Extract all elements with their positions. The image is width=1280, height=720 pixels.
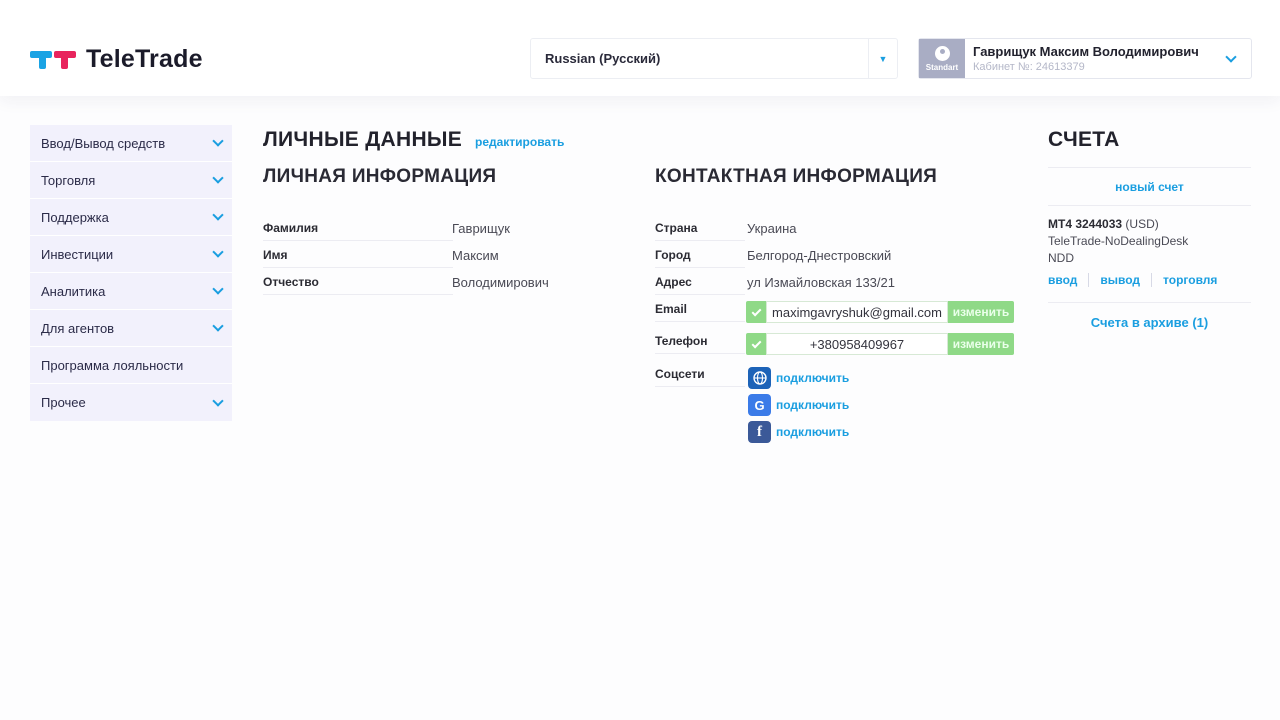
field-row-city: Город [655,248,745,268]
field-value-name: Максим [452,248,499,263]
top-header: TeleTrade Russian (Русский) ▼ Standart Г… [0,0,1280,96]
chevron-down-icon [212,283,224,295]
caret-down-icon[interactable]: ▼ [868,39,897,78]
social-row-globe: подключить [748,367,849,389]
field-row-phone: Телефон [655,334,745,354]
account-actions: ввод вывод торговля [1048,273,1217,287]
google-icon: G [748,394,771,416]
field-value-city: Белгород-Днестровский [747,248,892,263]
user-name: Гаврищук Максим Володимирович [973,44,1199,59]
deposit-link[interactable]: ввод [1048,273,1077,287]
account-type: NDD [1048,251,1074,265]
chevron-down-icon [212,135,224,147]
sidebar-item-agents[interactable]: Для агентов [30,310,232,347]
field-value-country: Украина [747,221,797,236]
accounts-title: СЧЕТА [1048,128,1120,151]
field-row-name: Имя [263,248,453,268]
chevron-down-icon [212,172,224,184]
archived-accounts-link[interactable]: Счета в архиве (1) [1048,315,1251,330]
globe-icon [748,367,771,389]
language-select[interactable]: Russian (Русский) ▼ [530,38,898,79]
field-value-address: ул Измайловская 133/21 [747,275,895,290]
cabinet-number: Кабинет №: 24613379 [973,61,1085,73]
trade-link[interactable]: торговля [1163,273,1217,287]
email-value: maximgavryshuk@gmail.com [766,301,948,323]
field-label: Фамилия [263,221,321,235]
phone-field: +380958409967 изменить [746,333,1014,355]
email-field: maximgavryshuk@gmail.com изменить [746,301,1014,323]
chevron-down-icon[interactable] [1225,50,1237,63]
connect-globe-link[interactable]: подключить [776,371,849,385]
account-server: TeleTrade-NoDealingDesk [1048,234,1189,248]
social-row-facebook: f подключить [748,421,849,443]
chevron-down-icon [212,394,224,407]
page-title: ЛИЧНЫЕ ДАННЫЕ [263,128,463,151]
personal-info-title: ЛИЧНАЯ ИНФОРМАЦИЯ [263,166,497,187]
sidebar-item-loyalty[interactable]: Программа лояльности [30,347,232,384]
field-label: Адрес [655,275,694,289]
contact-info-title: КОНТАКТНАЯ ИНФОРМАЦИЯ [655,166,938,187]
brand-name: TeleTrade [86,45,203,73]
new-account-link[interactable]: новый счет [1048,180,1251,194]
chevron-down-icon [212,320,224,332]
field-label: Имя [263,248,290,262]
user-icon [934,45,950,61]
field-label: Отчество [263,275,321,289]
sidebar-item-other[interactable]: Прочее [30,384,232,421]
divider [1048,167,1251,168]
facebook-icon: f [748,421,771,443]
change-email-button[interactable]: изменить [948,301,1014,323]
edit-link[interactable]: редактировать [475,135,564,149]
change-phone-button[interactable]: изменить [948,333,1014,355]
phone-value: +380958409967 [766,333,948,355]
avatar: Standart [919,39,965,78]
field-label: Город [655,248,693,262]
divider [1048,302,1251,303]
field-label: Соцсети [655,367,707,381]
sidebar-item-support[interactable]: Поддержка [30,199,232,236]
withdraw-link[interactable]: вывод [1100,273,1140,287]
sidebar-item-trading[interactable]: Торговля [30,162,232,199]
field-row-email: Email [655,302,745,322]
connect-google-link[interactable]: подключить [776,398,849,412]
check-icon [746,301,766,323]
field-row-surname: Фамилия [263,221,453,241]
sidebar: Ввод/Вывод средств Торговля Поддержка Ин… [30,125,232,421]
account-id: MT4 3244033 (USD) [1048,217,1159,231]
divider [1151,273,1153,287]
sidebar-item-funds[interactable]: Ввод/Вывод средств [30,125,232,162]
chevron-down-icon [212,246,224,258]
field-row-country: Страна [655,221,745,241]
chevron-down-icon [212,209,224,221]
divider [1088,273,1090,287]
field-row-patronymic: Отчество [263,275,453,295]
social-row-google: G подключить [748,394,849,416]
user-menu[interactable]: Standart Гаврищук Максим Володимирович К… [918,38,1252,79]
field-value-surname: Гаврищук [452,221,510,236]
field-label: Телефон [655,334,710,348]
teletrade-logo[interactable]: TeleTrade [30,45,203,74]
connect-facebook-link[interactable]: подключить [776,425,849,439]
sidebar-item-investments[interactable]: Инвестиции [30,236,232,273]
account-level: Standart [925,62,959,72]
field-label: Email [655,302,690,316]
field-label: Страна [655,221,700,235]
sidebar-item-analytics[interactable]: Аналитика [30,273,232,310]
language-selected: Russian (Русский) [545,51,661,66]
teletrade-logo-icon [30,49,78,71]
check-icon [746,333,766,355]
field-row-address: Адрес [655,275,745,295]
divider [1048,205,1251,206]
field-row-social: Соцсети [655,367,745,387]
field-value-patronymic: Володимирович [452,275,549,290]
